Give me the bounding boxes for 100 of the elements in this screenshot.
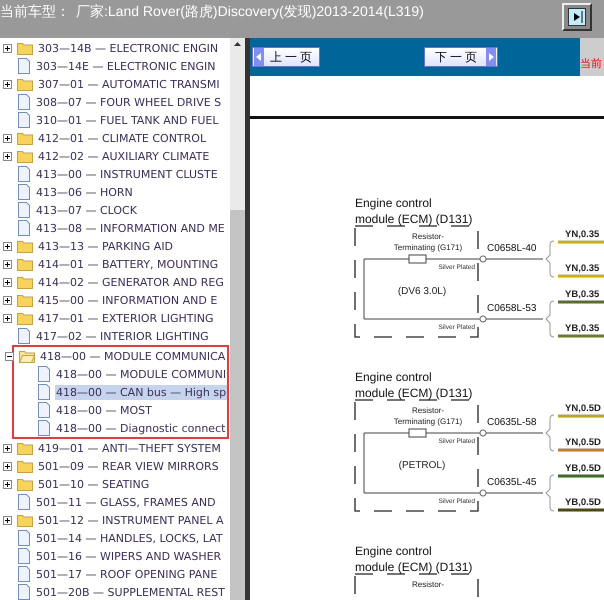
scrollbar[interactable] <box>230 38 245 600</box>
expand-icon[interactable] <box>2 278 12 286</box>
resistor-label: Resistor- Terminating (G171) <box>394 406 462 426</box>
brace <box>546 414 554 452</box>
document-icon <box>37 384 51 400</box>
tree-item[interactable]: 415—00 — INFORMATION AND E <box>37 292 218 308</box>
module-title: Engine control module (ECM) (D131) <box>355 544 472 574</box>
tree-item[interactable]: 501—11 — GLASS, FRAMES AND <box>35 494 217 510</box>
folder-icon <box>17 293 33 307</box>
tree-item[interactable]: 501—10 — SEATING <box>37 476 150 492</box>
expand-icon[interactable] <box>2 462 12 470</box>
tree-item[interactable]: 501—09 — REAR VIEW MIRRORS <box>37 458 220 474</box>
tree-item[interactable]: 412—02 — AUXILIARY CLIMATE <box>37 148 210 164</box>
expand-icon[interactable] <box>2 152 12 160</box>
tree-item[interactable]: 501—17 — ROOF OPENING PANE <box>35 566 218 582</box>
wire-label: YB,0.5D <box>565 463 601 474</box>
tree-item[interactable]: 418—00 — Diagnostic connect <box>55 420 226 436</box>
arrow-right-icon <box>568 8 586 26</box>
tree-item[interactable]: 418—00 — CAN bus — High sp <box>55 384 228 400</box>
connector-label: C0635L-45 <box>487 477 536 488</box>
wire-label: YN,0.35 <box>565 263 600 274</box>
tree-item[interactable]: 418—00 — MODULE COMMUNICA <box>39 348 226 364</box>
tree-item[interactable]: 303—14E — ELECTRONIC ENGIN <box>35 58 216 74</box>
folder-icon <box>17 459 33 473</box>
folder-icon <box>17 239 33 253</box>
folder-icon <box>17 311 33 325</box>
document-icon <box>17 184 31 200</box>
expand-icon[interactable] <box>2 480 12 488</box>
connector-pin <box>480 316 486 322</box>
document-icon <box>17 202 31 218</box>
resistor-label: Resistor- Terminating (G171) <box>394 232 462 252</box>
arrow-right-icon <box>486 48 496 66</box>
expand-icon[interactable] <box>2 242 12 250</box>
wire-label: YN,0.5D <box>565 403 601 414</box>
tree-item[interactable]: 501—14 — HANDLES, LOCKS, LAT <box>35 530 224 546</box>
tree-item[interactable]: 418—00 — MODULE COMMUNI <box>55 366 228 382</box>
tree-item[interactable]: 308—07 — FOUR WHEEL DRIVE S <box>35 94 222 110</box>
brace <box>546 300 554 338</box>
tree-item[interactable]: 413—07 — CLOCK <box>35 202 138 218</box>
folder-icon <box>17 477 33 491</box>
expand-icon[interactable] <box>2 260 12 268</box>
document-icon <box>17 112 31 128</box>
connector-label: C0658L-40 <box>487 243 536 254</box>
tree-item[interactable]: 419—01 — ANTI—THEFT SYSTEM <box>37 440 222 456</box>
expand-icon[interactable] <box>2 296 12 304</box>
tree-item[interactable]: 417—02 — INTERIOR LIGHTING <box>35 328 210 344</box>
document-icon <box>17 584 31 600</box>
module-title: Engine control module (ECM) (D131) <box>355 370 472 400</box>
tree-item[interactable]: 413—00 — INSTRUMENT CLUSTE <box>35 166 219 182</box>
previous-page-button[interactable]: 上一页 <box>252 47 320 67</box>
wire-label: YB,0.5D <box>565 497 601 508</box>
collapse-icon[interactable] <box>4 352 14 360</box>
folder-icon <box>17 275 33 289</box>
variant-label: (PETROL) <box>398 460 446 471</box>
connector-pin <box>480 430 486 436</box>
folder-icon <box>17 41 33 55</box>
tree-item[interactable]: 501—12 — INSTRUMENT PANEL A <box>37 512 225 528</box>
expand-icon[interactable] <box>2 444 12 452</box>
expand-icon[interactable] <box>2 80 12 88</box>
expand-icon[interactable] <box>2 314 12 322</box>
folder-icon <box>17 513 33 527</box>
tree-item[interactable]: 307—01 — AUTOMATIC TRANSMI <box>37 76 221 92</box>
wire-label: YN,0.35 <box>565 229 600 240</box>
tree-item[interactable]: 501—16 — WIPERS AND WASHER <box>35 548 222 564</box>
tree-item[interactable]: 303—14B — ELECTRONIC ENGIN <box>37 40 220 56</box>
tree-item[interactable]: 418—00 — MOST <box>55 402 153 418</box>
document-icon <box>17 328 31 344</box>
scrollbar-thumb[interactable] <box>230 210 245 600</box>
document-icon <box>37 402 51 418</box>
folder-icon <box>17 77 33 91</box>
brace <box>546 474 554 512</box>
next-page-button[interactable]: 下一页 <box>424 47 498 67</box>
document-icon <box>17 220 31 236</box>
document-icon <box>37 366 51 382</box>
expand-icon[interactable] <box>2 44 12 52</box>
document-icon <box>37 420 51 436</box>
document-icon <box>17 494 31 510</box>
tree-item[interactable]: 417—01 — EXTERIOR LIGHTING <box>37 310 215 326</box>
wire-label: YB,0.35 <box>565 289 600 300</box>
connector-label: C0658L-53 <box>487 303 536 314</box>
tree-item[interactable]: 310—01 — FUEL TANK AND FUEL <box>35 112 220 128</box>
tree-item[interactable]: 413—08 — INFORMATION AND ME <box>35 220 226 236</box>
document-icon <box>17 566 31 582</box>
tree-item[interactable]: 414—01 — BATTERY, MOUNTING <box>37 256 220 272</box>
tree-item[interactable]: 412—01 — CLIMATE CONTROL <box>37 130 208 146</box>
brace <box>546 240 554 278</box>
tree-item[interactable]: 413—13 — PARKING AID <box>37 238 174 254</box>
connector-pin <box>480 256 486 262</box>
tree-item[interactable]: 413—06 — HORN <box>35 184 134 200</box>
toggle-panel-button[interactable] <box>562 3 592 31</box>
folder-icon <box>17 441 33 455</box>
expand-icon[interactable] <box>2 516 12 524</box>
variant-label: (DV6 3.0L) <box>398 286 446 297</box>
tree-item[interactable]: 414—02 — GENERATOR AND REG <box>37 274 225 290</box>
wire-label: YB,0.35 <box>565 323 600 334</box>
resistor-label: Resistor- <box>412 580 444 589</box>
document-icon <box>17 548 31 564</box>
tree-item[interactable]: 501—20B — SUPPLEMENTAL REST <box>35 584 226 600</box>
connector-label: C0635L-58 <box>487 417 536 428</box>
expand-icon[interactable] <box>2 134 12 142</box>
